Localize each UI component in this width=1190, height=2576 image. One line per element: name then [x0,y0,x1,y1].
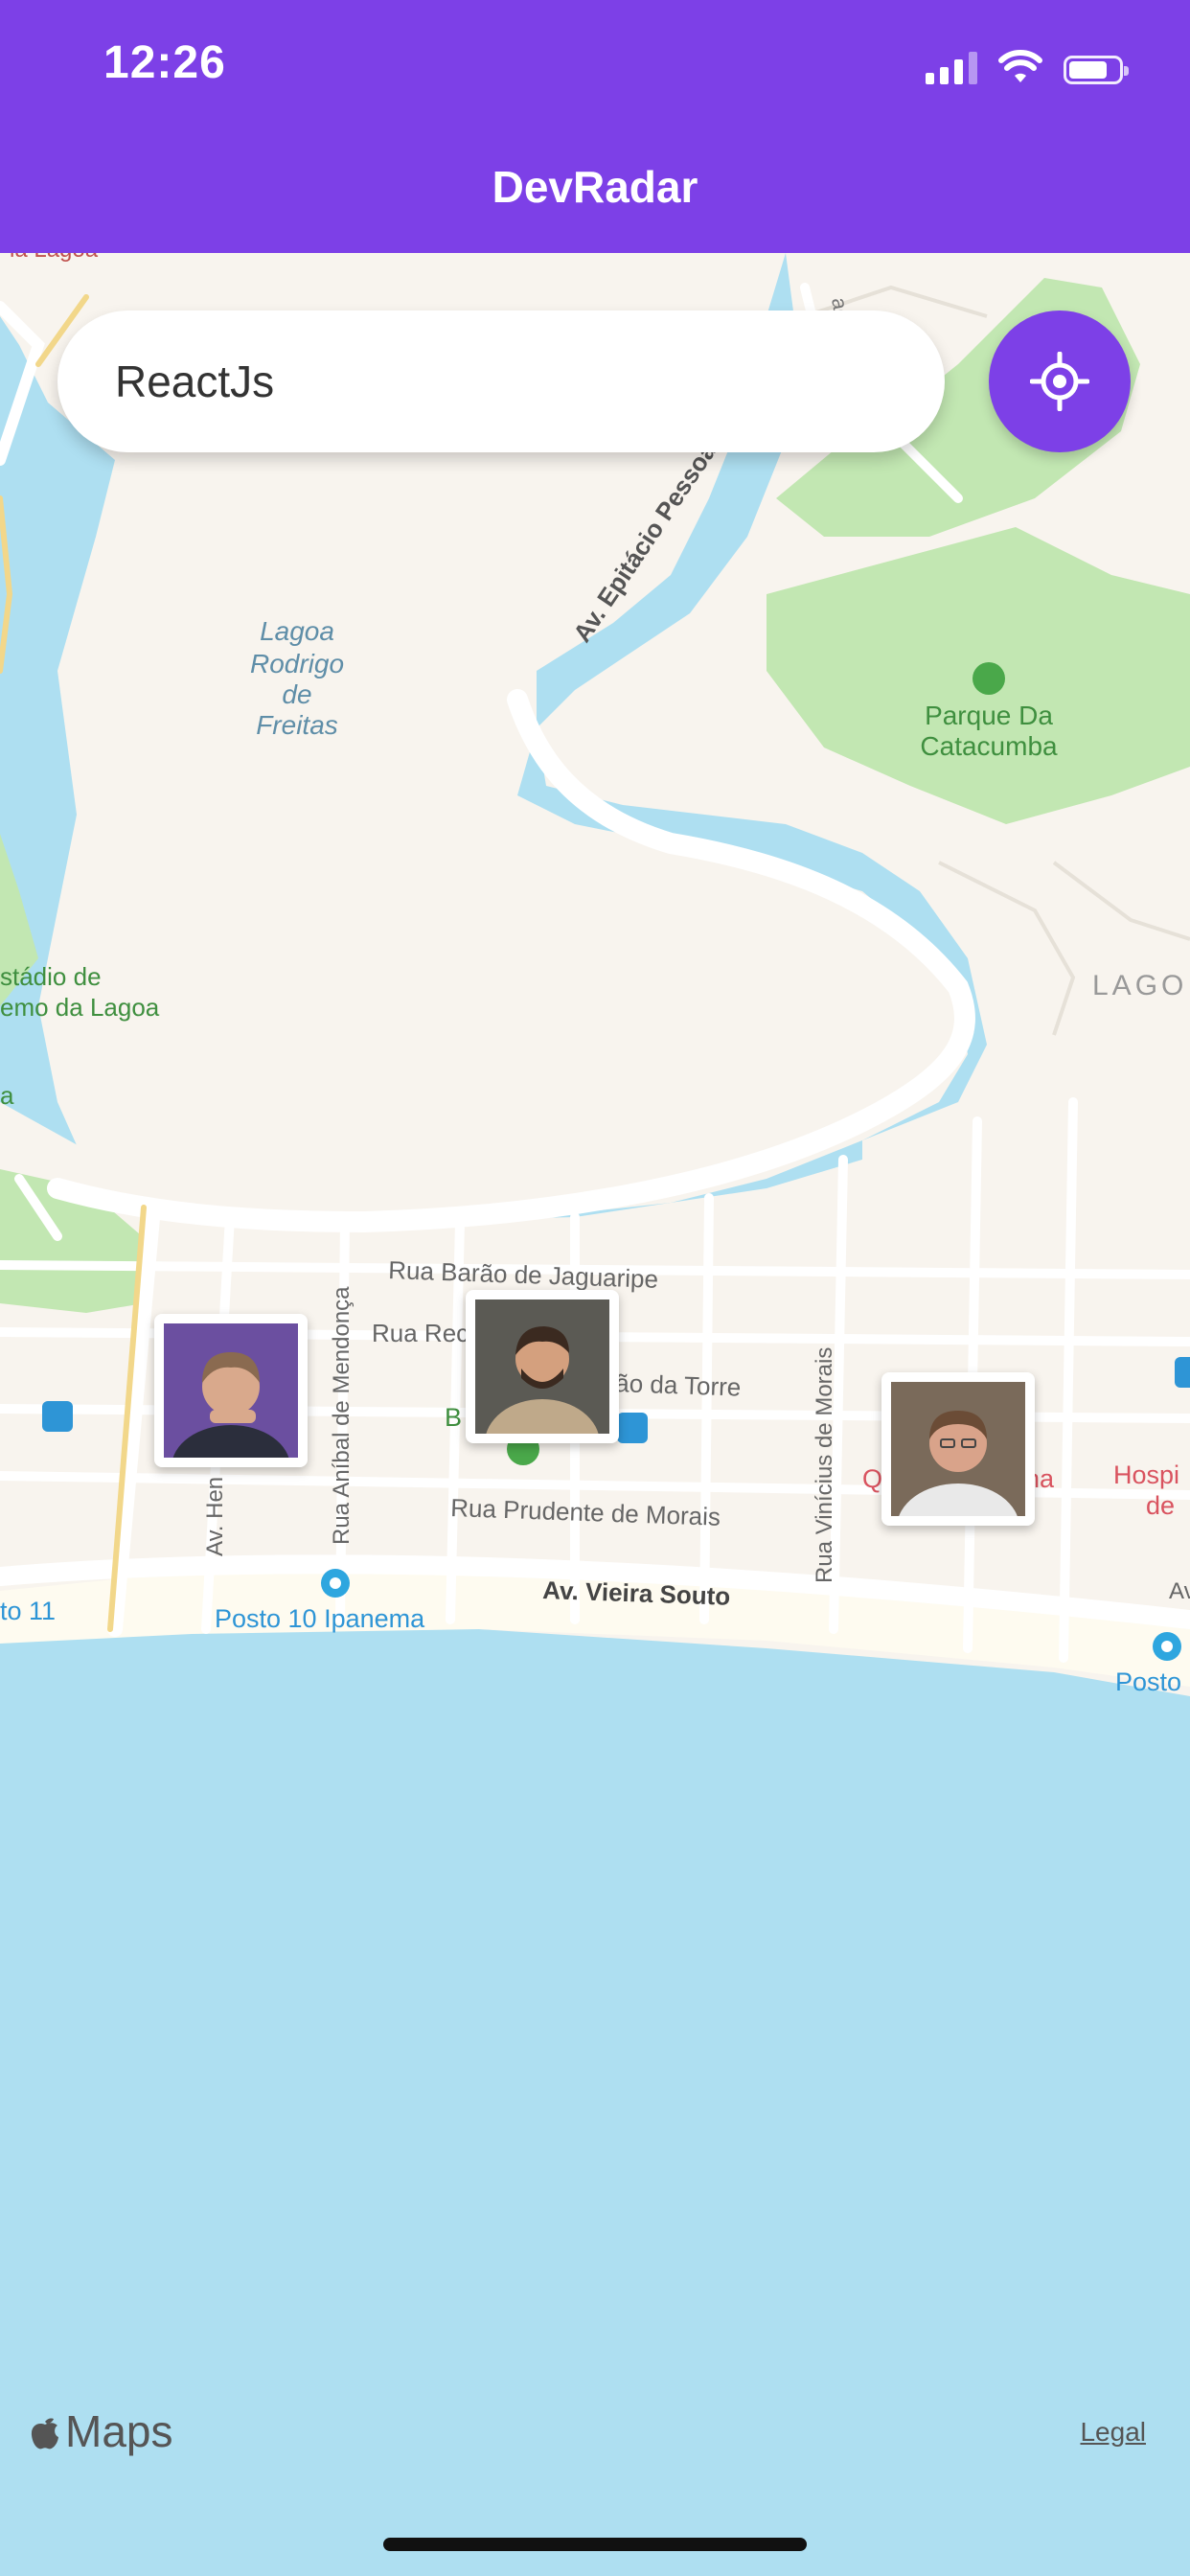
map-label-poi: Hospi [1113,1460,1179,1489]
dev-marker-1[interactable] [154,1314,308,1467]
map-label-lagoon: Rodrigo [250,649,344,678]
locate-button[interactable] [989,310,1131,452]
map-label-poi: Q [862,1464,882,1493]
map-label-poi: B [445,1403,462,1432]
map-label-stadium: stádio de [0,962,102,991]
map-label-street: Rua Aníbal de Mendonça [329,1286,355,1545]
search-input[interactable] [57,310,945,452]
transit-icon [617,1413,648,1443]
poi-icon-inner [330,1577,341,1589]
map-label-park: Parque Da [925,701,1053,730]
map-label-lagoon: Lagoa [260,616,334,646]
map-label-poi: to 11 [0,1597,56,1625]
apple-maps-logo: Maps [29,2405,172,2457]
app-header: 12:26 DevRadar [0,0,1190,253]
map-label-park: Catacumba [920,731,1058,761]
transit-icon [1175,1357,1190,1388]
my-location-icon [1030,352,1089,411]
dev-avatar-1 [164,1323,298,1458]
signal-icon [926,52,977,84]
map-label-a: a [0,1081,14,1110]
map-label-district: LAGO [1092,970,1187,1001]
maps-logo-text: Maps [65,2406,173,2456]
park-icon [973,662,1005,695]
dev-marker-2[interactable] [466,1290,619,1443]
map-label-poi: Posto [1115,1668,1181,1696]
map-label-street: Rua Vinícius de Morais [812,1347,837,1583]
dev-avatar-2 [475,1300,609,1434]
home-indicator[interactable] [383,2538,807,2551]
map-label-street: Rua Rec [372,1319,469,1347]
map-label-top: la Lagoa [10,253,99,263]
map-label-poi: Posto 10 Ipanema [215,1604,425,1633]
map-label-street: Av. Hen [202,1477,228,1556]
status-time: 12:26 [103,37,226,88]
status-icons [926,46,1129,84]
map-label-lagoon: de [282,679,311,709]
dev-marker-3[interactable] [881,1372,1035,1526]
battery-icon [1064,56,1129,84]
legal-link[interactable]: Legal [1080,2417,1146,2448]
map-label-street: Av [1169,1578,1190,1604]
map-label-lagoon: Freitas [256,710,338,740]
apple-icon [31,2418,58,2450]
transit-icon [42,1401,73,1432]
wifi-icon [998,50,1042,82]
map-label-stadium: emo da Lagoa [0,993,160,1022]
map-label-poi: de [1146,1491,1175,1520]
poi-icon-inner [1161,1641,1173,1652]
map-label-street: ão da Torre [615,1368,742,1402]
app-title: DevRadar [492,162,698,212]
dev-avatar-3 [891,1382,1025,1516]
